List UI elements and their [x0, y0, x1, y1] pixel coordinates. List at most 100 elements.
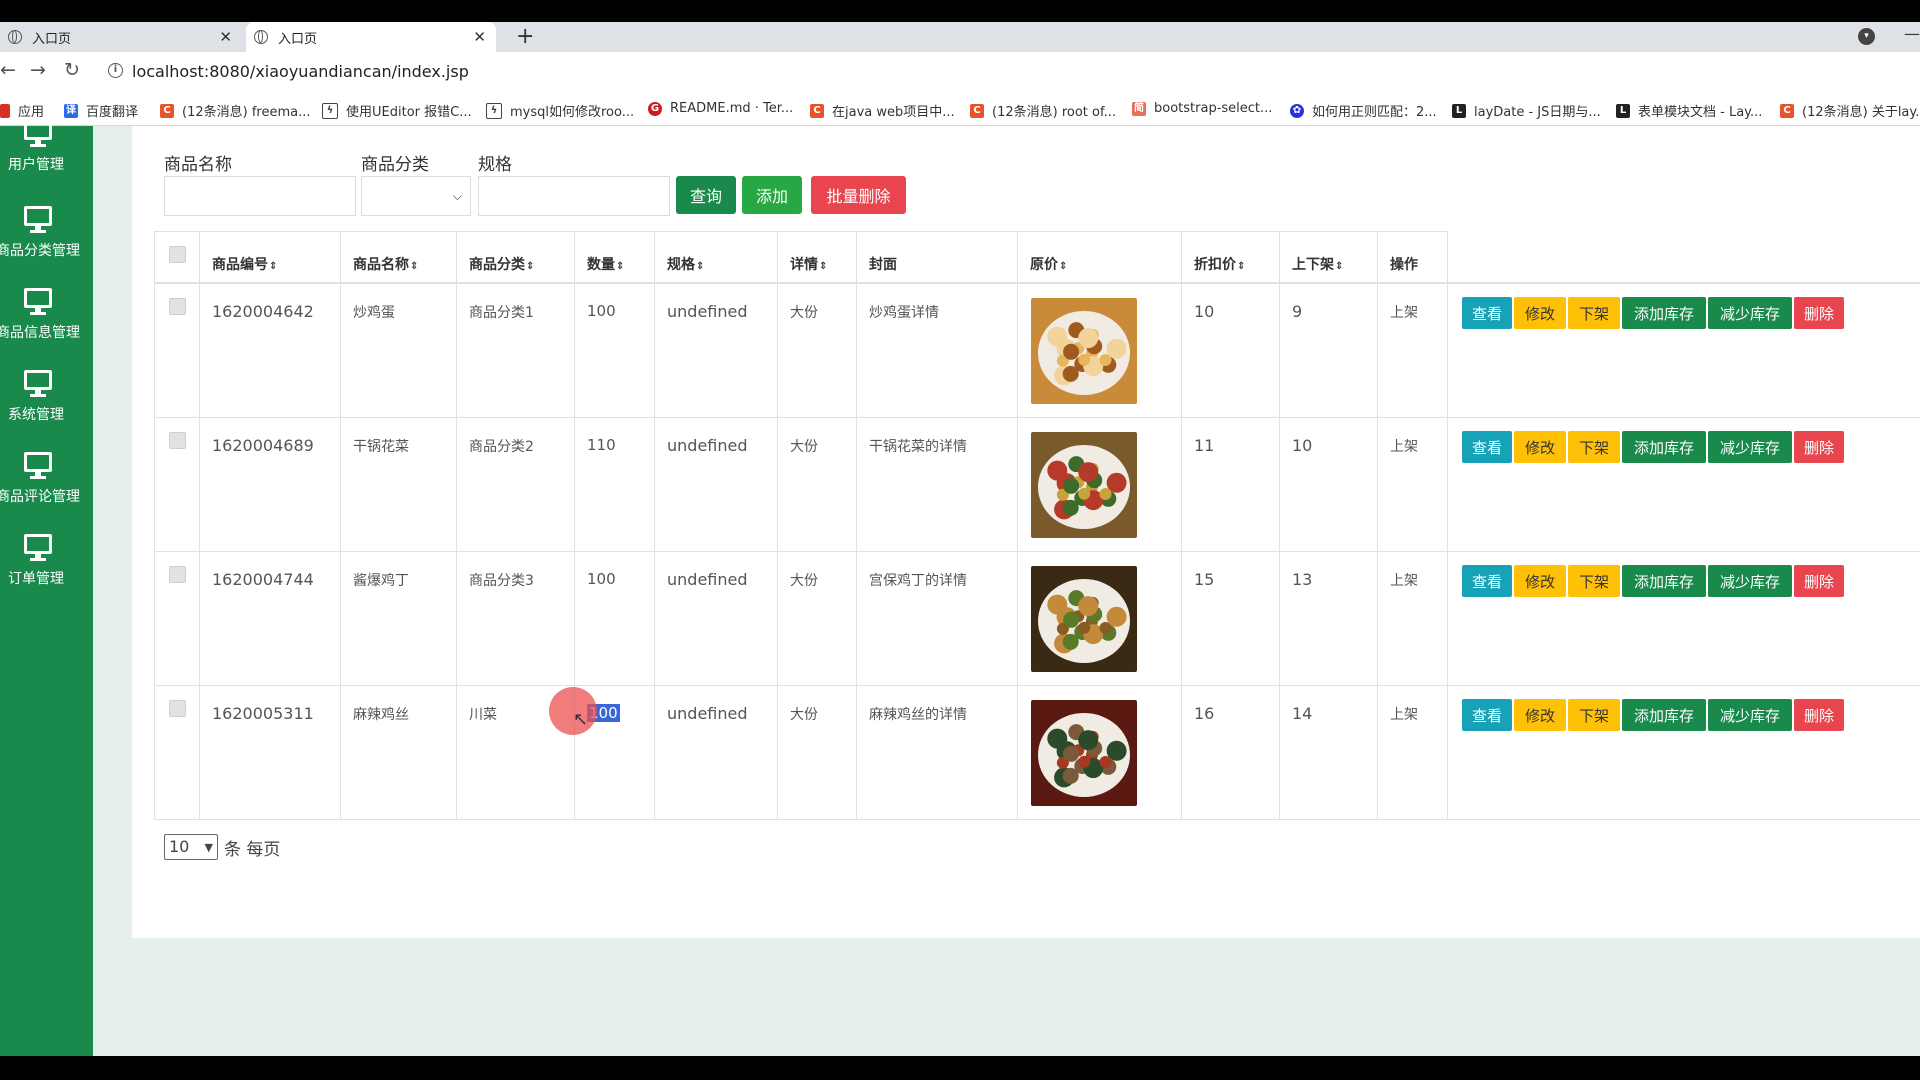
- offshelf-button[interactable]: 下架: [1568, 297, 1620, 329]
- back-arrow-icon[interactable]: ←: [0, 59, 16, 81]
- sort-icon[interactable]: ⇕: [616, 261, 624, 272]
- edit-button[interactable]: 修改: [1514, 297, 1566, 329]
- sort-icon[interactable]: ⇕: [819, 261, 827, 272]
- header-qty[interactable]: 数量⇕: [575, 231, 655, 284]
- bookmark-item[interactable]: C 在java web项目中...: [810, 101, 955, 120]
- browser-tab-2[interactable]: 入口页 ✕: [246, 22, 496, 52]
- cell-category: 商品分类1: [457, 284, 575, 418]
- bookmark-item[interactable]: C (12条消息) root of...: [970, 101, 1116, 120]
- edit-button[interactable]: 修改: [1514, 565, 1566, 597]
- header-category[interactable]: 商品分类⇕: [457, 231, 575, 284]
- row-checkbox[interactable]: [169, 432, 186, 449]
- bookmark-item[interactable]: L 表单模块文档 - Lay...: [1616, 101, 1762, 120]
- sort-icon[interactable]: ⇕: [1059, 261, 1067, 272]
- csdn-icon: C: [970, 103, 984, 118]
- cell-orig-price: 10: [1182, 284, 1280, 418]
- bookmark-item[interactable]: ϟ mysql如何修改roo...: [486, 101, 634, 120]
- offshelf-button[interactable]: 下架: [1568, 565, 1620, 597]
- tab-search-icon[interactable]: ▾: [1858, 28, 1875, 45]
- minimize-icon[interactable]: —: [1904, 24, 1920, 43]
- bookmark-item[interactable]: G README.md · Ter...: [648, 101, 793, 116]
- monitor-icon: [24, 206, 52, 233]
- view-button[interactable]: 查看: [1462, 297, 1512, 329]
- sidebar-item-orders[interactable]: 订单管理: [0, 534, 93, 604]
- view-button[interactable]: 查看: [1462, 431, 1512, 463]
- select-all-checkbox[interactable]: [169, 246, 186, 263]
- sort-icon[interactable]: ⇕: [269, 261, 277, 272]
- header-detail[interactable]: 详情⇕: [778, 231, 857, 284]
- reduce-stock-button[interactable]: 减少库存: [1708, 565, 1792, 597]
- header-spec[interactable]: 规格⇕: [655, 231, 778, 284]
- cell-id: 1620004744: [200, 552, 341, 686]
- cell-actions: 查看 修改 下架 添加库存 减少库存 删除: [1448, 418, 1920, 552]
- forward-arrow-icon[interactable]: →: [30, 59, 46, 81]
- view-button[interactable]: 查看: [1462, 565, 1512, 597]
- sidebar-item-system[interactable]: 系统管理: [0, 370, 93, 440]
- cell-id: 1620005311: [200, 686, 341, 820]
- reduce-stock-button[interactable]: 减少库存: [1708, 699, 1792, 731]
- add-stock-button[interactable]: 添加库存: [1622, 297, 1706, 329]
- add-button[interactable]: 添加: [742, 176, 802, 214]
- name-input[interactable]: [164, 176, 356, 216]
- category-select[interactable]: ⌵: [361, 176, 471, 216]
- delete-button[interactable]: 删除: [1794, 297, 1844, 329]
- page-size-select[interactable]: 10 ▼: [164, 834, 218, 860]
- sort-icon[interactable]: ⇕: [1335, 261, 1343, 272]
- close-icon[interactable]: ✕: [473, 28, 486, 46]
- offshelf-button[interactable]: 下架: [1568, 699, 1620, 731]
- reload-icon[interactable]: ↻: [64, 59, 80, 81]
- bookmark-item[interactable]: ϟ 使用UEditor 报错C...: [322, 101, 472, 120]
- sort-icon[interactable]: ⇕: [696, 261, 704, 272]
- view-button[interactable]: 查看: [1462, 699, 1512, 731]
- sidebar-item-category[interactable]: 商品分类管理: [0, 206, 93, 276]
- cell-spec: undefined: [655, 686, 778, 820]
- sort-icon[interactable]: ⇕: [526, 261, 534, 272]
- sidebar-item-users[interactable]: 用户管理: [0, 120, 93, 190]
- sort-icon[interactable]: ⇕: [1237, 261, 1245, 272]
- apps-grid-icon: [0, 103, 10, 118]
- delete-button[interactable]: 删除: [1794, 565, 1844, 597]
- bookmark-item[interactable]: C (12条消息) 关于lay...: [1780, 101, 1920, 120]
- address-bar[interactable]: localhost:8080/xiaoyuandiancan/index.jsp: [132, 62, 469, 81]
- bookmark-item[interactable]: LlayDate - JS日期与...: [1452, 101, 1601, 120]
- row-checkbox[interactable]: [169, 700, 186, 717]
- close-icon[interactable]: ✕: [219, 28, 232, 46]
- header-status[interactable]: 上下架⇕: [1280, 231, 1378, 284]
- row-checkbox[interactable]: [169, 566, 186, 583]
- cell-detail: 大份: [778, 552, 857, 686]
- add-stock-button[interactable]: 添加库存: [1622, 565, 1706, 597]
- batch-delete-button[interactable]: 批量删除: [811, 176, 906, 214]
- sidebar-item-comments[interactable]: 商品评论管理: [0, 452, 93, 522]
- bookmark-item[interactable]: 应用: [0, 101, 44, 120]
- cell-detail: 大份: [778, 686, 857, 820]
- add-stock-button[interactable]: 添加库存: [1622, 699, 1706, 731]
- reduce-stock-button[interactable]: 减少库存: [1708, 297, 1792, 329]
- globe-icon: [8, 30, 22, 44]
- delete-button[interactable]: 删除: [1794, 699, 1844, 731]
- row-select-cell: [154, 552, 200, 686]
- bookmark-item[interactable]: C (12条消息) freema...: [160, 101, 310, 120]
- sort-icon[interactable]: ⇕: [410, 261, 418, 272]
- edit-button[interactable]: 修改: [1514, 431, 1566, 463]
- add-stock-button[interactable]: 添加库存: [1622, 431, 1706, 463]
- reduce-stock-button[interactable]: 减少库存: [1708, 431, 1792, 463]
- header-name[interactable]: 商品名称⇕: [341, 231, 457, 284]
- delete-button[interactable]: 删除: [1794, 431, 1844, 463]
- bookmark-item[interactable]: 简 bootstrap-select...: [1132, 101, 1272, 116]
- browser-tab-1[interactable]: 入口页 ✕: [0, 22, 242, 52]
- sidebar-item-product-info[interactable]: 商品信息管理: [0, 288, 93, 358]
- bookmark-item[interactable]: 译百度翻译: [64, 101, 138, 120]
- header-id[interactable]: 商品编号⇕: [200, 231, 341, 284]
- new-tab-button[interactable]: +: [516, 24, 534, 49]
- row-checkbox[interactable]: [169, 298, 186, 315]
- cell-id: 1620004642: [200, 284, 341, 418]
- info-icon[interactable]: i: [108, 63, 123, 78]
- edit-button[interactable]: 修改: [1514, 699, 1566, 731]
- header-discount[interactable]: 折扣价⇕: [1182, 231, 1280, 284]
- query-button[interactable]: 查询: [676, 176, 736, 214]
- header-orig-price[interactable]: 原价⇕: [1018, 231, 1182, 284]
- offshelf-button[interactable]: 下架: [1568, 431, 1620, 463]
- bookmark-item[interactable]: ✿ 如何用正则匹配：2...: [1290, 101, 1437, 120]
- chevron-down-icon: ⌵: [452, 189, 462, 203]
- spec-input[interactable]: [478, 176, 670, 216]
